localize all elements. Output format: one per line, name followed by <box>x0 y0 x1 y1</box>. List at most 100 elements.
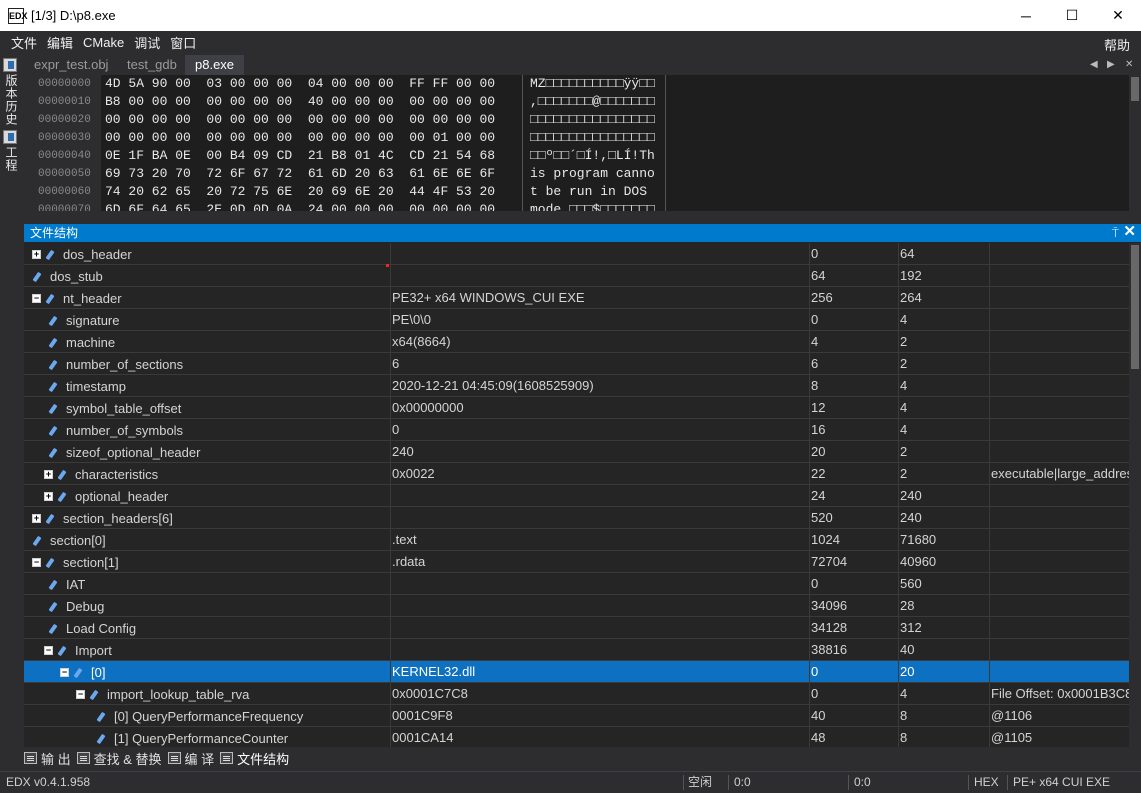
ascii-line[interactable]: □□□□□□□□□□□□□□□□ <box>530 129 664 147</box>
tree-row[interactable]: Load Config 34128 312 <box>24 617 1129 639</box>
hex-bytes-column[interactable]: 4D 5A 90 00 03 00 00 00 04 00 00 00 FF F… <box>105 75 495 211</box>
expand-icon[interactable]: + <box>32 514 41 524</box>
menu-debug[interactable]: 调试 <box>129 33 165 52</box>
sidebar-item-history[interactable]: 版本历史 <box>0 58 21 126</box>
tree-row[interactable]: − [0] KERNEL32.dll 0 20 <box>24 661 1129 683</box>
collapse-icon[interactable]: − <box>44 646 53 656</box>
tree-row[interactable]: IAT 0 560 <box>24 573 1129 595</box>
menu-edit[interactable]: 编辑 <box>42 33 78 52</box>
tab-p8-exe[interactable]: p8.exe <box>185 55 245 75</box>
tree-row[interactable]: timestamp 2020-12-21 04:45:09(1608525909)… <box>24 375 1129 397</box>
tree-row-name-cell[interactable]: sizeof_optional_header <box>24 441 390 463</box>
menu-help[interactable]: 帮助 <box>1104 35 1130 54</box>
tab-test-gdb[interactable]: test_gdb <box>117 55 187 75</box>
tab-scroll-right-icon[interactable]: ▶ <box>1107 55 1115 75</box>
tree-row[interactable]: number_of_sections 6 6 2 <box>24 353 1129 375</box>
tree-row[interactable]: + optional_header 24 240 <box>24 485 1129 507</box>
panel-scrollbar[interactable] <box>1129 243 1141 747</box>
expand-icon[interactable]: + <box>44 492 53 502</box>
tree-row[interactable]: + characteristics 0x0022 22 2 executable|larg… <box>24 463 1129 485</box>
tree-row[interactable]: + dos_header 0 64 <box>24 243 1129 265</box>
tab-find-replace[interactable]: 查找 & 替换 <box>76 749 162 768</box>
tree-row-name-cell[interactable]: section[0] <box>24 529 390 551</box>
minimize-button[interactable]: ─ <box>1003 0 1049 31</box>
hex-line[interactable]: 69 73 20 70 72 6F 67 72 61 6D 20 63 61 6… <box>105 165 495 183</box>
pin-icon[interactable]: ⍑ <box>1112 224 1119 242</box>
hex-line[interactable]: 0E 1F BA 0E 00 B4 09 CD 21 B8 01 4C CD 2… <box>105 147 495 165</box>
tree-row-name-cell[interactable]: [1] QueryPerformanceCounter <box>24 727 390 747</box>
tree-row[interactable]: symbol_table_offset 0x00000000 12 4 <box>24 397 1129 419</box>
hex-line[interactable]: B8 00 00 00 00 00 00 00 40 00 00 00 00 0… <box>105 93 495 111</box>
tree-row-name-cell[interactable]: symbol_table_offset <box>24 397 390 419</box>
tree-row-name-cell[interactable]: + section_headers[6] <box>24 507 390 529</box>
structure-tree-table[interactable]: + dos_header 0 64 dos_stub 64 192− nt_header PE3… <box>24 243 1129 747</box>
ascii-line[interactable]: t be run in DOS <box>530 183 664 201</box>
tree-row-name-cell[interactable]: signature <box>24 309 390 331</box>
tree-row-name-cell[interactable]: Debug <box>24 595 390 617</box>
collapse-icon[interactable]: − <box>76 690 85 700</box>
tree-row-name-cell[interactable]: + optional_header <box>24 485 390 507</box>
tree-row-name-cell[interactable]: + characteristics <box>24 463 390 485</box>
tree-row-name-cell[interactable]: [0] QueryPerformanceFrequency <box>24 705 390 727</box>
hex-line[interactable]: 6D 6F 64 65 2E 0D 0D 0A 24 00 00 00 00 0… <box>105 201 495 211</box>
tree-row-name-cell[interactable]: Load Config <box>24 617 390 639</box>
menu-cmake[interactable]: CMake <box>78 35 129 50</box>
menu-file[interactable]: 文件 <box>6 33 42 52</box>
tab-close-icon[interactable]: ✕ <box>1125 55 1133 75</box>
panel-close-icon[interactable]: ✕ <box>1123 223 1136 241</box>
menu-window[interactable]: 窗口 <box>165 33 201 52</box>
tree-row-name-cell[interactable]: − [0] <box>24 661 390 683</box>
tree-row[interactable]: signature PE\0\0 0 4 <box>24 309 1129 331</box>
scroll-thumb[interactable] <box>1131 245 1139 369</box>
tree-row[interactable]: + section_headers[6] 520 240 <box>24 507 1129 529</box>
ascii-line[interactable]: mode.□□□$□□□□□□□ <box>530 201 664 211</box>
scroll-thumb[interactable] <box>1131 77 1139 101</box>
tree-row[interactable]: − nt_header PE32+ x64 WINDOWS_CUI EXE 256 26… <box>24 287 1129 309</box>
hex-line[interactable]: 00 00 00 00 00 00 00 00 00 00 00 00 00 0… <box>105 111 495 129</box>
tree-row-name-cell[interactable]: dos_stub <box>24 265 390 287</box>
tree-row-name-cell[interactable]: machine <box>24 331 390 353</box>
collapse-icon[interactable]: − <box>60 668 69 678</box>
maximize-button[interactable]: ☐ <box>1049 0 1095 31</box>
tree-row-name-cell[interactable]: + dos_header <box>24 243 390 265</box>
close-window-button[interactable]: ✕ <box>1095 0 1141 31</box>
tree-row[interactable]: sizeof_optional_header 240 20 2 <box>24 441 1129 463</box>
ascii-line[interactable]: is program canno <box>530 165 664 183</box>
hex-line[interactable]: 00 00 00 00 00 00 00 00 00 00 00 00 00 0… <box>105 129 495 147</box>
tree-row-name-cell[interactable]: IAT <box>24 573 390 595</box>
tree-row-name-cell[interactable]: − import_lookup_table_rva <box>24 683 390 705</box>
ascii-line[interactable]: □□□□□□□□□□□□□□□□ <box>530 111 664 129</box>
tab-build[interactable]: 编 译 <box>167 749 214 768</box>
tab-output[interactable]: 输 出 <box>24 749 71 768</box>
ascii-column[interactable]: MZ□□□□□□□□□□ÿÿ□□ ,□□□□□□□@□□□□□□□ □□□□□□… <box>530 75 664 211</box>
tree-row[interactable]: dos_stub 64 192 <box>24 265 1129 287</box>
tree-row-name-cell[interactable]: timestamp <box>24 375 390 397</box>
hex-scrollbar[interactable] <box>1129 75 1141 211</box>
tree-row[interactable]: [0] QueryPerformanceFrequency 0001C9F8 40 8… <box>24 705 1129 727</box>
hex-editor[interactable]: 00000000 00000010 00000020 00000030 0000… <box>24 75 1141 211</box>
tree-row[interactable]: machine x64(8664) 4 2 <box>24 331 1129 353</box>
expand-icon[interactable]: + <box>32 250 41 260</box>
tab-expr-test[interactable]: expr_test.obj <box>24 55 118 75</box>
ascii-line[interactable]: MZ□□□□□□□□□□ÿÿ□□ <box>530 75 664 93</box>
ascii-line[interactable]: □□º□□´□Í!,□LÍ!Th <box>530 147 664 165</box>
tree-row-name-cell[interactable]: − Import <box>24 639 390 661</box>
tree-row-name-cell[interactable]: − section[1] <box>24 551 390 573</box>
tree-row[interactable]: section[0] .text 1024 71680 <box>24 529 1129 551</box>
tree-row[interactable]: Debug 34096 28 <box>24 595 1129 617</box>
tree-row[interactable]: − Import 38816 40 <box>24 639 1129 661</box>
hex-line[interactable]: 4D 5A 90 00 03 00 00 00 04 00 00 00 FF F… <box>105 75 495 93</box>
tree-row[interactable]: − section[1] .rdata 72704 40960 <box>24 551 1129 573</box>
tree-row[interactable]: [1] QueryPerformanceCounter 0001CA14 48 8 @1… <box>24 727 1129 747</box>
tree-row[interactable]: number_of_symbols 0 16 4 <box>24 419 1129 441</box>
tree-row-name-cell[interactable]: − nt_header <box>24 287 390 309</box>
hex-line[interactable]: 74 20 62 65 20 72 75 6E 20 69 6E 20 44 4… <box>105 183 495 201</box>
tree-row[interactable]: − import_lookup_table_rva 0x0001C7C8 0 4 File… <box>24 683 1129 705</box>
tree-row-name-cell[interactable]: number_of_symbols <box>24 419 390 441</box>
tab-file-structure[interactable]: 文件结构 <box>220 749 289 768</box>
collapse-icon[interactable]: − <box>32 294 41 304</box>
expand-icon[interactable]: + <box>44 470 53 480</box>
collapse-icon[interactable]: − <box>32 558 41 568</box>
tab-scroll-left-icon[interactable]: ◀ <box>1090 55 1098 75</box>
ascii-line[interactable]: ,□□□□□□□@□□□□□□□ <box>530 93 664 111</box>
